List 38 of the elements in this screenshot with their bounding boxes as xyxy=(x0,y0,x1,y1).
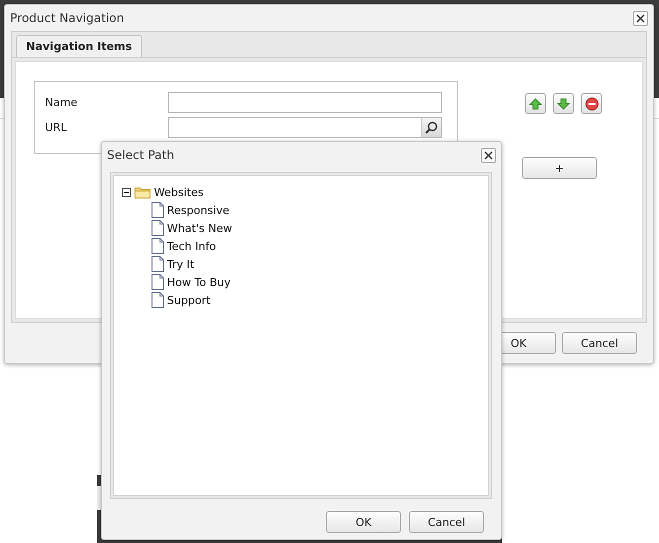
minus-circle-icon xyxy=(584,96,598,110)
cancel-button[interactable]: Cancel xyxy=(562,332,637,354)
search-icon xyxy=(425,121,438,134)
close-button[interactable] xyxy=(633,10,648,26)
tree-item[interactable]: Try It xyxy=(167,258,194,270)
arrow-down-icon xyxy=(557,98,570,110)
ok-button[interactable]: OK xyxy=(326,511,401,533)
document-icon xyxy=(151,292,164,308)
text-field[interactable] xyxy=(168,92,442,113)
window-title: Product Navigation xyxy=(10,11,124,25)
field-label: Name xyxy=(45,96,78,109)
tree-item[interactable]: Tech Info xyxy=(167,240,216,252)
url-field[interactable] xyxy=(168,117,442,138)
tree-item[interactable]: Support xyxy=(167,294,210,306)
document-icon xyxy=(151,202,164,218)
field-label: URL xyxy=(45,121,68,134)
search-button[interactable] xyxy=(421,118,441,137)
arrow-up-icon xyxy=(529,98,542,110)
move-up-button[interactable] xyxy=(525,93,546,114)
folder-icon xyxy=(134,186,151,198)
document-icon xyxy=(151,220,164,236)
add-button[interactable]: + xyxy=(522,157,597,179)
close-icon xyxy=(636,14,645,22)
document-icon xyxy=(151,274,164,290)
remove-button[interactable] xyxy=(581,93,602,114)
tree-item[interactable]: Responsive xyxy=(167,204,230,216)
close-icon xyxy=(484,150,493,160)
tree-item[interactable]: What's New xyxy=(167,222,232,234)
tab[interactable]: Navigation Items xyxy=(16,35,142,57)
move-down-button[interactable] xyxy=(553,93,574,114)
collapse-icon[interactable] xyxy=(122,188,131,196)
document-icon xyxy=(151,256,164,272)
tree-item[interactable]: How To Buy xyxy=(167,276,231,288)
cancel-button[interactable]: Cancel xyxy=(409,511,484,533)
tree-item[interactable]: Websites xyxy=(154,186,204,198)
window-title: Select Path xyxy=(107,148,174,162)
close-button[interactable] xyxy=(481,148,496,162)
document-icon xyxy=(151,238,164,254)
